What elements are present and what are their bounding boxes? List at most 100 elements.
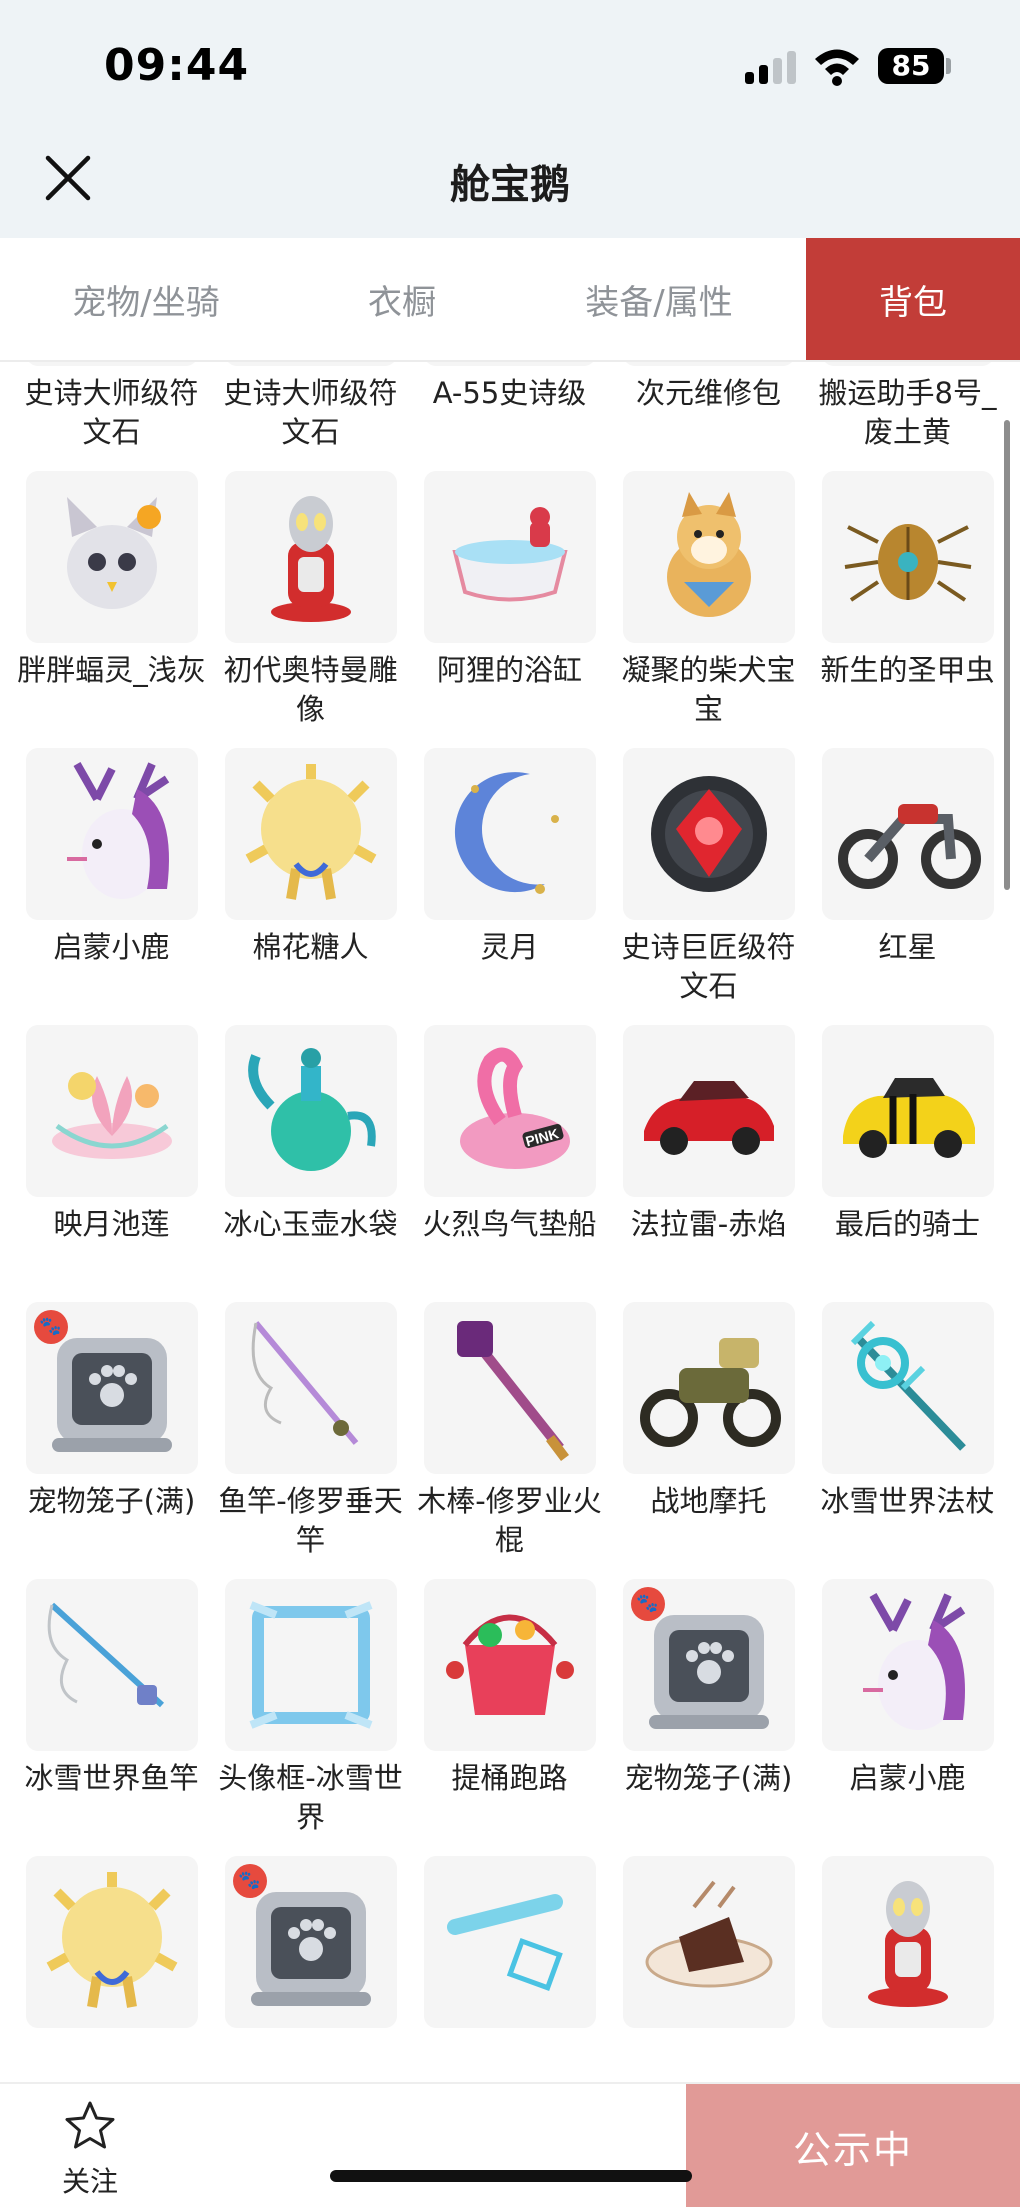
repair-bag-icon [622,362,795,366]
item-name: 次元维修包 [635,376,781,410]
motorcycle-icon [821,748,994,920]
item-name: A-55史诗级 [432,376,587,410]
item-card[interactable]: 棉花糖人 [211,748,410,1025]
item-card[interactable]: 胖胖蝠灵_浅灰 [12,471,211,748]
item-card[interactable]: 提桶跑路 [410,1579,609,1856]
lotus-icon [25,1025,198,1197]
page-title: 舱宝鹅 [450,162,570,208]
item-card[interactable] [410,1856,609,2082]
public-status-button[interactable]: 公示中 [686,2084,1020,2207]
item-grid-viewport[interactable]: 史诗大师级符文石 史诗大师级符文石 A-55史诗级 次元维修包 搬运助手8号_废土黄胖胖… [0,362,1020,2082]
scarab-icon [821,471,994,643]
item-card[interactable]: 红星 [808,748,1007,1025]
item-card[interactable]: 映月池莲 [12,1025,211,1302]
item-card[interactable]: 最后的骑士 [808,1025,1007,1302]
item-card[interactable]: 灵月 [410,748,609,1025]
item-name: 史诗大师级符文石 [24,376,199,449]
tab-pets-mounts[interactable]: 宠物/坐骑 [0,238,292,360]
cotton-candy-man-icon [224,748,397,920]
item-name: 宠物笼子(满) [27,1484,196,1518]
rune-stone-icon [224,362,397,366]
item-card[interactable]: 冰心玉壶水袋 [211,1025,410,1302]
figure-icon [423,362,596,366]
item-card[interactable]: 🐾 [211,1856,410,2082]
tool-icon [423,1856,596,2028]
item-card[interactable]: 冰雪世界法杖 [808,1302,1007,1579]
item-row: 🐾 [0,1856,1020,2082]
item-card[interactable]: 🐾 宠物笼子(满) [609,1579,808,1856]
staff-icon [423,1302,596,1474]
item-row: 史诗大师级符文石 史诗大师级符文石 A-55史诗级 次元维修包 搬运助手8号_废土黄 [0,362,1020,471]
item-row: 启蒙小鹿 棉花糖人 灵月 史诗巨匠级符文石 红星 [0,748,1020,1025]
item-card[interactable]: 头像框-冰雪世界 [211,1579,410,1856]
item-card[interactable] [609,1856,808,2082]
item-card[interactable]: 启蒙小鹿 [808,1579,1007,1856]
item-name: 胖胖蝠灵_浅灰 [17,653,206,687]
item-card[interactable]: 史诗巨匠级符文石 [609,748,808,1025]
item-name: 红星 [878,930,937,964]
item-name: 冰雪世界法杖 [820,1484,995,1518]
item-name: 启蒙小鹿 [53,930,170,964]
item-row: 冰雪世界鱼竿 头像框-冰雪世界 提桶跑路 🐾 宠物笼子(满) 启蒙小鹿 [0,1579,1020,1856]
item-card[interactable]: 史诗大师级符文石 [12,362,211,471]
paw-badge-icon: 🐾 [630,1587,665,1621]
tab-equipment[interactable]: 装备/属性 [512,238,806,360]
item-card[interactable]: 凝聚的柴犬宝宝 [609,471,808,748]
item-card[interactable]: 搬运助手8号_废土黄 [808,362,1007,471]
bottom-bar: 关注 公示中 [0,2082,1020,2207]
item-card[interactable]: 🐾 宠物笼子(满) [12,1302,211,1579]
follow-button[interactable]: 关注 [40,2098,140,2200]
pet-cage-icon: 🐾 [622,1579,795,1751]
item-name: 阿狸的浴缸 [436,653,582,687]
cake-icon [622,1856,795,2028]
item-name: 鱼竿-修罗垂天竿 [218,1484,403,1557]
pet-cage-icon: 🐾 [224,1856,397,2028]
item-name: 战地摩托 [650,1484,767,1518]
tab-backpack[interactable]: 背包 [806,238,1020,360]
fishing-rod-icon [224,1302,397,1474]
ultraman-statue-icon [224,471,397,643]
item-name: 棉花糖人 [252,930,369,964]
item-card[interactable]: 木棒-修罗业火棍 [410,1302,609,1579]
item-card[interactable]: 鱼竿-修罗垂天竿 [211,1302,410,1579]
item-card[interactable] [808,1856,1007,2082]
item-card[interactable]: 阿狸的浴缸 [410,471,609,748]
tab-wardrobe[interactable]: 衣橱 [292,238,512,360]
bat-spirit-icon [25,471,198,643]
item-name: 法拉雷-赤焰 [630,1207,787,1241]
yellow-car-icon [821,1025,994,1197]
wifi-icon [815,49,859,86]
item-name: 火烈鸟气垫船 [422,1207,597,1241]
item-card[interactable] [12,1856,211,2082]
item-card[interactable]: 启蒙小鹿 [12,748,211,1025]
cotton-candy-man-icon [25,1856,198,2028]
item-card[interactable]: 初代奥特曼雕像 [211,471,410,748]
jade-pot-icon [224,1025,397,1197]
item-card[interactable]: 史诗大师级符文石 [211,362,410,471]
shiba-icon [622,471,795,643]
item-name: 凝聚的柴犬宝宝 [621,653,796,726]
war-motorcycle-icon [622,1302,795,1474]
item-name: 搬运助手8号_废土黄 [818,376,997,449]
item-name: 初代奥特曼雕像 [223,653,398,726]
item-grid: 史诗大师级符文石 史诗大师级符文石 A-55史诗级 次元维修包 搬运助手8号_废土黄胖胖… [0,362,1020,2082]
home-indicator [330,2170,692,2182]
item-card[interactable]: 战地摩托 [609,1302,808,1579]
item-row: 🐾 宠物笼子(满) 鱼竿-修罗垂天竿 木棒-修罗业火棍 战地摩托 冰雪世界法杖 [0,1302,1020,1579]
battery-level: 85 [878,48,944,84]
scrollbar[interactable] [1004,420,1010,890]
cellular-signal-icon [745,50,797,84]
deer-icon [821,1579,994,1751]
item-card[interactable]: 新生的圣甲虫 [808,471,1007,748]
item-card[interactable]: 法拉雷-赤焰 [609,1025,808,1302]
item-card[interactable]: PINK 火烈鸟气垫船 [410,1025,609,1302]
paw-badge-icon: 🐾 [232,1864,267,1898]
red-car-icon [622,1025,795,1197]
item-card[interactable]: A-55史诗级 [410,362,609,471]
item-name: 启蒙小鹿 [849,1761,966,1795]
item-card[interactable]: 冰雪世界鱼竿 [12,1579,211,1856]
item-name: 冰心玉壶水袋 [223,1207,398,1241]
rune-gem-icon [622,748,795,920]
item-card[interactable]: 次元维修包 [609,362,808,471]
item-name: 冰雪世界鱼竿 [24,1761,199,1795]
